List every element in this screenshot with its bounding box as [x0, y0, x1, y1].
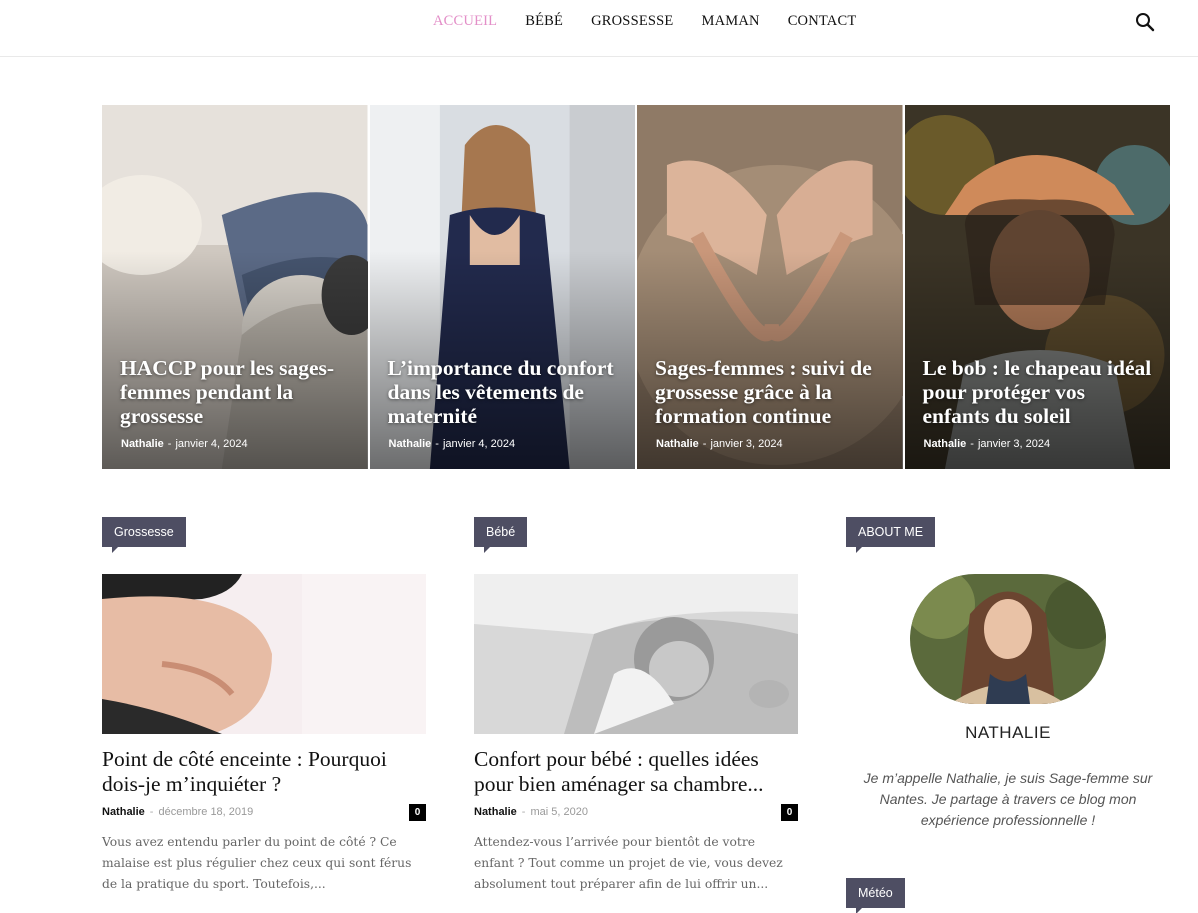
featured-title[interactable]: Le bob : le chapeau idéal pour protéger …	[923, 356, 1157, 428]
nav-item-contact[interactable]: CONTACT	[774, 13, 871, 29]
article-excerpt: Attendez-vous l’arrivée pour bientôt de …	[474, 835, 783, 891]
nav-item-bebe[interactable]: BÉBÉ	[511, 13, 577, 29]
article-title[interactable]: Confort pour bébé : quelles idées pour b…	[474, 747, 798, 797]
meta-separator: -	[149, 806, 154, 818]
article-image	[102, 574, 426, 734]
post-date: mai 5, 2020	[530, 806, 588, 818]
featured-meta: Nathalie - janvier 3, 2024	[656, 438, 783, 450]
main-nav: ACCUEIL BÉBÉ GROSSESSE MAMAN CONTACT	[419, 13, 870, 29]
nav-item-accueil[interactable]: ACCUEIL	[419, 13, 511, 29]
author-name[interactable]: Nathalie	[474, 806, 517, 818]
article-title[interactable]: Point de côté enceinte : Pourquoi dois-j…	[102, 747, 426, 797]
article-meta: Nathalie - décembre 18, 2019 0	[102, 803, 426, 821]
featured-meta: Nathalie - janvier 4, 2024	[121, 438, 248, 450]
featured-post-4[interactable]: Le bob : le chapeau idéal pour protéger …	[904, 105, 1170, 469]
category-tag-grossesse[interactable]: Grossesse	[102, 517, 186, 553]
article-card-1: Point de côté enceinte : Pourquoi dois-j…	[102, 574, 426, 895]
about-me-heading: ABOUT ME	[846, 517, 936, 553]
author-name-heading: NATHALIE	[965, 723, 1051, 742]
meta-separator: -	[702, 438, 707, 450]
article-excerpt: Vous avez entendu parler du point de côt…	[102, 835, 412, 891]
featured-post-1[interactable]: HACCP pour les sages-femmes pendant la g…	[102, 105, 368, 469]
post-date: janvier 3, 2024	[710, 438, 783, 450]
featured-title[interactable]: HACCP pour les sages-femmes pendant la g…	[120, 356, 354, 428]
featured-title[interactable]: Sages-femmes : suivi de grossesse grâce …	[655, 356, 889, 428]
search-icon[interactable]	[1133, 10, 1157, 34]
avatar-image	[910, 574, 1106, 704]
featured-title[interactable]: L’importance du confort dans les vêtemen…	[388, 356, 622, 428]
post-date: décembre 18, 2019	[158, 806, 254, 818]
post-date: janvier 3, 2024	[977, 438, 1051, 450]
nav-item-grossesse[interactable]: GROSSESSE	[577, 13, 687, 29]
author-name[interactable]: Nathalie	[656, 438, 699, 450]
featured-grid: HACCP pour les sages-femmes pendant la g…	[102, 105, 1170, 469]
featured-meta: Nathalie - janvier 4, 2024	[389, 438, 516, 450]
site-header: ACCUEIL BÉBÉ GROSSESSE MAMAN CONTACT	[0, 0, 1198, 57]
nav-item-maman[interactable]: MAMAN	[687, 13, 773, 29]
article-thumbnail-2[interactable]	[474, 574, 798, 734]
meta-separator: -	[970, 438, 974, 450]
meta-separator: -	[521, 806, 526, 818]
featured-post-2[interactable]: L’importance du confort dans les vêtemen…	[369, 105, 635, 469]
meta-separator: -	[435, 438, 439, 450]
post-date: janvier 4, 2024	[442, 438, 516, 450]
weather-heading: Météo	[846, 878, 905, 913]
author-name[interactable]: Nathalie	[102, 806, 145, 818]
post-date: janvier 4, 2024	[175, 438, 248, 450]
comment-count[interactable]: 0	[409, 804, 426, 821]
author-name[interactable]: Nathalie	[389, 438, 432, 450]
avatar	[910, 574, 1106, 704]
article-meta: Nathalie - mai 5, 2020 0	[474, 803, 798, 821]
comment-count[interactable]: 0	[781, 804, 798, 821]
article-card-2: Confort pour bébé : quelles idées pour b…	[474, 574, 798, 895]
author-name[interactable]: Nathalie	[924, 438, 967, 450]
author-bio: Je m’appelle Nathalie, je suis Sage-femm…	[863, 770, 1153, 828]
meta-separator: -	[167, 438, 172, 450]
featured-meta: Nathalie - janvier 3, 2024	[924, 438, 1051, 450]
article-image	[474, 574, 798, 734]
author-name[interactable]: Nathalie	[121, 438, 164, 450]
featured-post-3[interactable]: Sages-femmes : suivi de grossesse grâce …	[637, 105, 903, 469]
category-tag-bebe[interactable]: Bébé	[474, 517, 528, 553]
article-thumbnail-1[interactable]	[102, 574, 426, 734]
